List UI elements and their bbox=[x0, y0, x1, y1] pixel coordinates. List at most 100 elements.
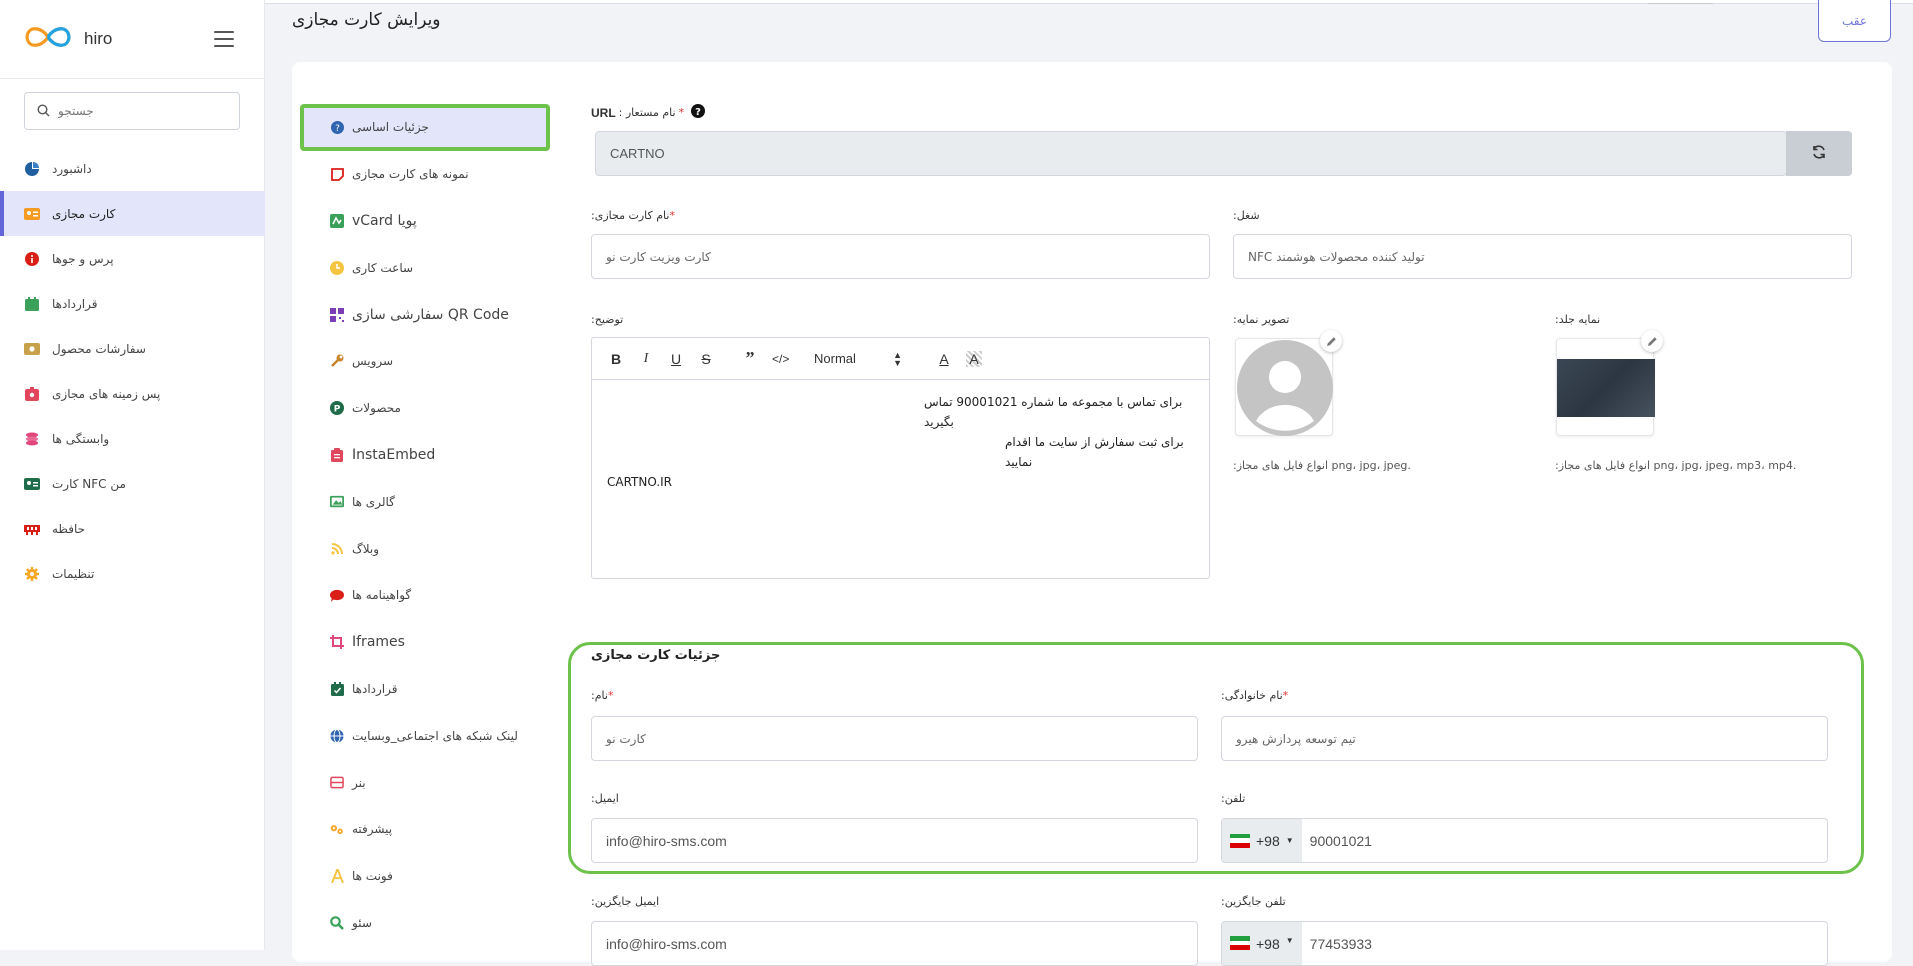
bold-button[interactable]: B bbox=[608, 351, 624, 367]
memory-icon bbox=[24, 521, 40, 537]
tab-contracts[interactable]: قراردادها bbox=[300, 666, 550, 713]
tab-service[interactable]: سرویس bbox=[300, 338, 550, 385]
tab-business-hours[interactable]: ساعت کاری bbox=[300, 244, 550, 291]
tab-advanced[interactable]: پیشرفته bbox=[300, 806, 550, 853]
text-color-button[interactable]: A bbox=[936, 351, 952, 367]
wrench-icon bbox=[330, 354, 344, 368]
back-button[interactable]: عقب bbox=[1818, 0, 1891, 42]
edit-profile-image-pencil-icon[interactable] bbox=[1320, 330, 1342, 352]
tab-label: سفارشی سازی QR Code bbox=[352, 306, 509, 323]
layers-icon bbox=[24, 431, 40, 447]
phone-input-group: +98 ▼ 90001021 bbox=[1221, 818, 1828, 863]
tab-testimonials[interactable]: گواهینامه ها bbox=[300, 572, 550, 619]
country-code: +98 bbox=[1256, 832, 1280, 849]
blockquote-button[interactable]: ” bbox=[742, 348, 758, 369]
tab-label: وبلاگ bbox=[352, 541, 380, 556]
card-name-placeholder: کارت ویزیت کارت نو bbox=[606, 249, 711, 264]
profile-image-label: :تصویر نمایه bbox=[1233, 313, 1290, 326]
sidebar-item-affiliations[interactable]: وابستگی ها bbox=[0, 416, 265, 461]
format-select-value: Normal bbox=[814, 350, 856, 366]
cover-image-box[interactable] bbox=[1556, 338, 1655, 436]
tab-basic-details[interactable]: ? جزئیات اساسی bbox=[300, 104, 550, 151]
sidebar-item-inquiries[interactable]: پرس و جوها bbox=[0, 236, 265, 281]
sidebar-item-my-nfc-card[interactable]: کارت NFC من bbox=[0, 461, 265, 506]
url-text: URL bbox=[591, 105, 616, 120]
tab-qr-code[interactable]: سفارشی سازی QR Code bbox=[300, 291, 550, 338]
pie-chart-icon bbox=[24, 161, 40, 177]
brand[interactable]: hiro bbox=[22, 22, 112, 56]
underline-button[interactable]: U bbox=[668, 351, 684, 367]
tab-iframes[interactable]: Iframes bbox=[300, 619, 550, 666]
description-line: برای تماس با مجموعه ما شماره 90001021 تم… bbox=[924, 395, 1183, 429]
tab-banner[interactable]: بنر bbox=[300, 759, 550, 806]
calendar-check-icon bbox=[330, 681, 344, 696]
card-name-input[interactable]: کارت ویزیت کارت نو bbox=[591, 234, 1210, 279]
sidebar-item-product-orders[interactable]: سفارشات محصول bbox=[0, 326, 265, 371]
sidebar-item-dashboard[interactable]: داشبورد bbox=[0, 146, 265, 191]
phone-value[interactable]: 90001021 bbox=[1302, 833, 1372, 849]
sidebar-item-storage[interactable]: حافظه bbox=[0, 506, 265, 551]
last-name-input[interactable]: تیم توسعه پردازش هیرو bbox=[1221, 716, 1828, 761]
tab-seo[interactable]: سئو bbox=[300, 900, 550, 947]
sidebar-item-virtual-backgrounds[interactable]: پس زمینه های مجازی bbox=[0, 371, 265, 416]
alt-country-code-select[interactable]: +98 ▼ bbox=[1222, 922, 1302, 965]
background-color-button[interactable]: A bbox=[966, 350, 982, 367]
description-line: CARTNO.IR bbox=[607, 475, 673, 489]
edit-cover-image-pencil-icon[interactable] bbox=[1641, 330, 1663, 352]
tab-galleries[interactable]: گالری ها bbox=[300, 478, 550, 525]
tab-label: گالری ها bbox=[352, 494, 395, 509]
cover-image-label: :نمایه جلد bbox=[1555, 313, 1601, 326]
sidebar-item-contracts[interactable]: قراردادها bbox=[0, 281, 265, 326]
profile-image-box[interactable] bbox=[1235, 338, 1333, 436]
alt-phone-value[interactable]: 77453933 bbox=[1302, 922, 1372, 952]
sidebar-item-label: پس زمینه های مجازی bbox=[52, 386, 161, 401]
country-code-select[interactable]: +98 ▼ bbox=[1222, 819, 1302, 862]
tab-blog[interactable]: وبلاگ bbox=[300, 525, 550, 572]
alt-phone-label: :تلفن جایگزین bbox=[1221, 895, 1286, 908]
regenerate-alias-button[interactable] bbox=[1786, 131, 1852, 176]
tab-label: محصولات bbox=[352, 401, 401, 416]
help-icon[interactable]: ? bbox=[691, 104, 706, 121]
last-name-label: :نام خانوادگی* bbox=[1221, 689, 1288, 702]
infinity-logo-icon bbox=[22, 23, 74, 55]
alt-email-input[interactable]: info@hiro-sms.com bbox=[591, 921, 1198, 966]
page-title: ویرایش کارت مجازی bbox=[292, 10, 441, 30]
updown-chevron-icon: ▲ ▼ bbox=[893, 349, 902, 368]
tab-dynamic-vcard[interactable]: vCard پویا bbox=[300, 198, 550, 245]
chat-bubble-icon bbox=[330, 588, 344, 602]
code-button[interactable]: </> bbox=[772, 352, 789, 366]
url-alias-value: CARTNO bbox=[610, 146, 665, 161]
edit-tabs: ? جزئیات اساسی نمونه های کارت مجازی vCar… bbox=[300, 104, 550, 946]
first-name-input[interactable]: کارت نو bbox=[591, 716, 1198, 761]
italic-button[interactable]: I bbox=[638, 351, 654, 367]
url-alias-field[interactable]: CARTNO bbox=[595, 131, 1787, 176]
editor-content[interactable]: برای تماس با مجموعه ما شماره 90001021 تم… bbox=[592, 380, 1209, 504]
email-input[interactable]: info@hiro-sms.com bbox=[591, 818, 1198, 863]
menu-toggle-icon[interactable] bbox=[214, 31, 234, 47]
occupation-input[interactable]: NFC تولید کننده محصولات هوشمند bbox=[1233, 234, 1852, 279]
strike-button[interactable]: S bbox=[698, 351, 714, 367]
sidebar-item-settings[interactable]: تنظیمات bbox=[0, 551, 265, 596]
sidebar-item-label: پرس و جوها bbox=[52, 251, 114, 266]
svg-text:?: ? bbox=[695, 107, 701, 118]
description-label: :توضیح bbox=[591, 313, 624, 326]
info-icon bbox=[24, 251, 40, 267]
phone-label: :تلفن bbox=[1221, 792, 1246, 805]
vcard-icon bbox=[330, 213, 344, 228]
tab-label: ساعت کاری bbox=[352, 260, 414, 275]
email-label: :ایمیل bbox=[591, 792, 619, 805]
tab-products[interactable]: P محصولات bbox=[300, 385, 550, 432]
tab-label: نمونه های کارت مجازی bbox=[352, 167, 469, 182]
tab-social-links[interactable]: لینک شبکه های اجتماعی_وبسایت bbox=[300, 712, 550, 759]
format-select[interactable]: Normal ▲ ▼ bbox=[814, 349, 902, 368]
tab-card-templates[interactable]: نمونه های کارت مجازی bbox=[300, 151, 550, 198]
tab-instaembed[interactable]: InstaEmbed bbox=[300, 432, 550, 479]
first-name-label-text: :نام bbox=[591, 689, 608, 702]
tab-fonts[interactable]: فونت ها bbox=[300, 853, 550, 900]
first-name-placeholder: کارت نو bbox=[606, 731, 646, 746]
search-input[interactable] bbox=[58, 104, 218, 118]
blog-icon bbox=[330, 542, 344, 556]
crop-icon bbox=[330, 635, 344, 650]
required-star: * bbox=[607, 689, 614, 702]
sidebar-item-virtual-card[interactable]: کارت مجازی bbox=[0, 191, 265, 236]
